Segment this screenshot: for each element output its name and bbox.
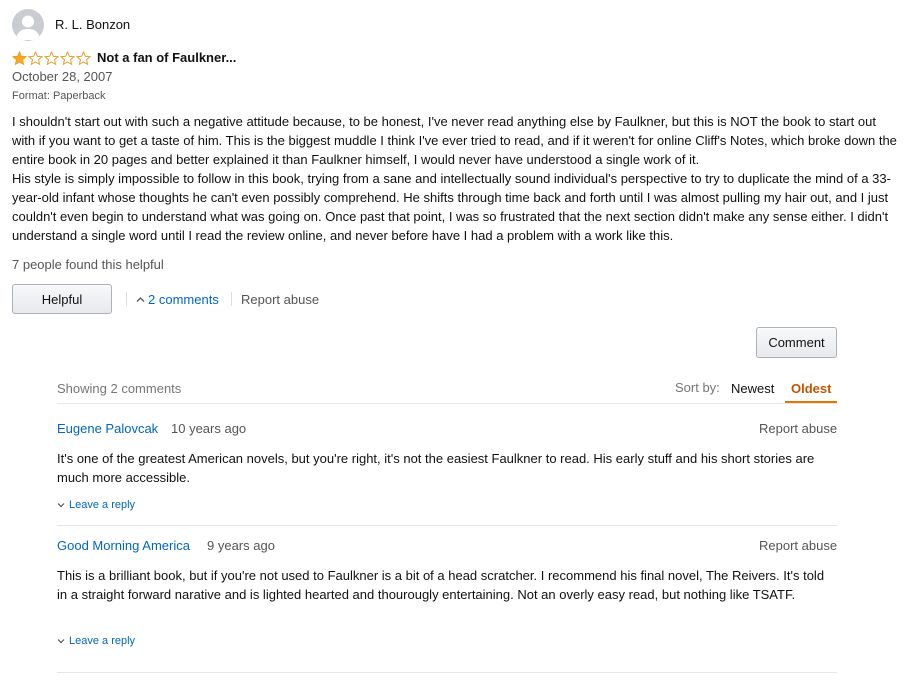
- comments-count-text: Showing 2 comments: [57, 381, 182, 396]
- star-rating: [12, 51, 91, 66]
- review-body: I shouldn't start out with such a negati…: [12, 112, 900, 245]
- star-empty-icon: [60, 51, 75, 66]
- default-user-avatar-icon: [16, 15, 40, 40]
- comment-age: 9 years ago: [207, 538, 275, 553]
- divider: [57, 525, 837, 526]
- comment-button[interactable]: Comment: [756, 327, 837, 358]
- comments-toggle-link[interactable]: 2 comments: [136, 292, 219, 307]
- comment-report-abuse-link[interactable]: Report abuse: [759, 538, 837, 553]
- comment-report-abuse-link[interactable]: Report abuse: [759, 421, 837, 436]
- review-format[interactable]: Format: Paperback: [12, 90, 106, 102]
- report-abuse-link[interactable]: Report abuse: [241, 292, 319, 307]
- review-title[interactable]: Not a fan of Faulkner...: [97, 50, 236, 65]
- comment-age: 10 years ago: [171, 421, 247, 436]
- star-empty-icon: [28, 51, 43, 66]
- star-empty-icon: [44, 51, 59, 66]
- reviewer-avatar[interactable]: [12, 9, 44, 41]
- divider: [57, 672, 837, 673]
- comment-author[interactable]: Eugene Palovcak: [57, 421, 158, 436]
- sort-oldest-tab[interactable]: Oldest: [791, 381, 831, 396]
- star-empty-icon: [76, 51, 91, 66]
- leave-reply-link[interactable]: Leave a reply: [57, 635, 135, 647]
- sort-by-label: Sort by:: [675, 380, 720, 395]
- star-filled-icon: [12, 51, 27, 66]
- comments-link-label: 2 comments: [148, 292, 219, 307]
- helpful-count: 7 people found this helpful: [12, 257, 164, 272]
- divider: [126, 292, 127, 306]
- helpful-button-label: Helpful: [41, 291, 83, 307]
- helpful-button[interactable]: Helpful: [12, 284, 112, 314]
- leave-reply-link[interactable]: Leave a reply: [57, 499, 135, 511]
- reviewer-name[interactable]: R. L. Bonzon: [55, 17, 130, 32]
- divider: [57, 403, 837, 404]
- sort-newest-tab[interactable]: Newest: [731, 381, 774, 396]
- chevron-down-icon: [57, 639, 65, 644]
- comment-text: This is a brilliant book, but if you're …: [57, 568, 825, 602]
- comment-author[interactable]: Good Morning America: [57, 538, 190, 553]
- comment-button-label: Comment: [768, 335, 825, 350]
- chevron-up-icon: [136, 297, 145, 302]
- divider: [231, 292, 232, 306]
- chevron-down-icon: [57, 503, 65, 508]
- review-date: October 28, 2007: [12, 69, 113, 84]
- review-paragraph: His style is simply impossible to follow…: [12, 171, 891, 243]
- leave-reply-label: Leave a reply: [69, 499, 136, 511]
- comment-text: It's one of the greatest American novels…: [57, 451, 815, 485]
- review-paragraph: I shouldn't start out with such a negati…: [12, 114, 897, 167]
- leave-reply-label: Leave a reply: [69, 635, 136, 647]
